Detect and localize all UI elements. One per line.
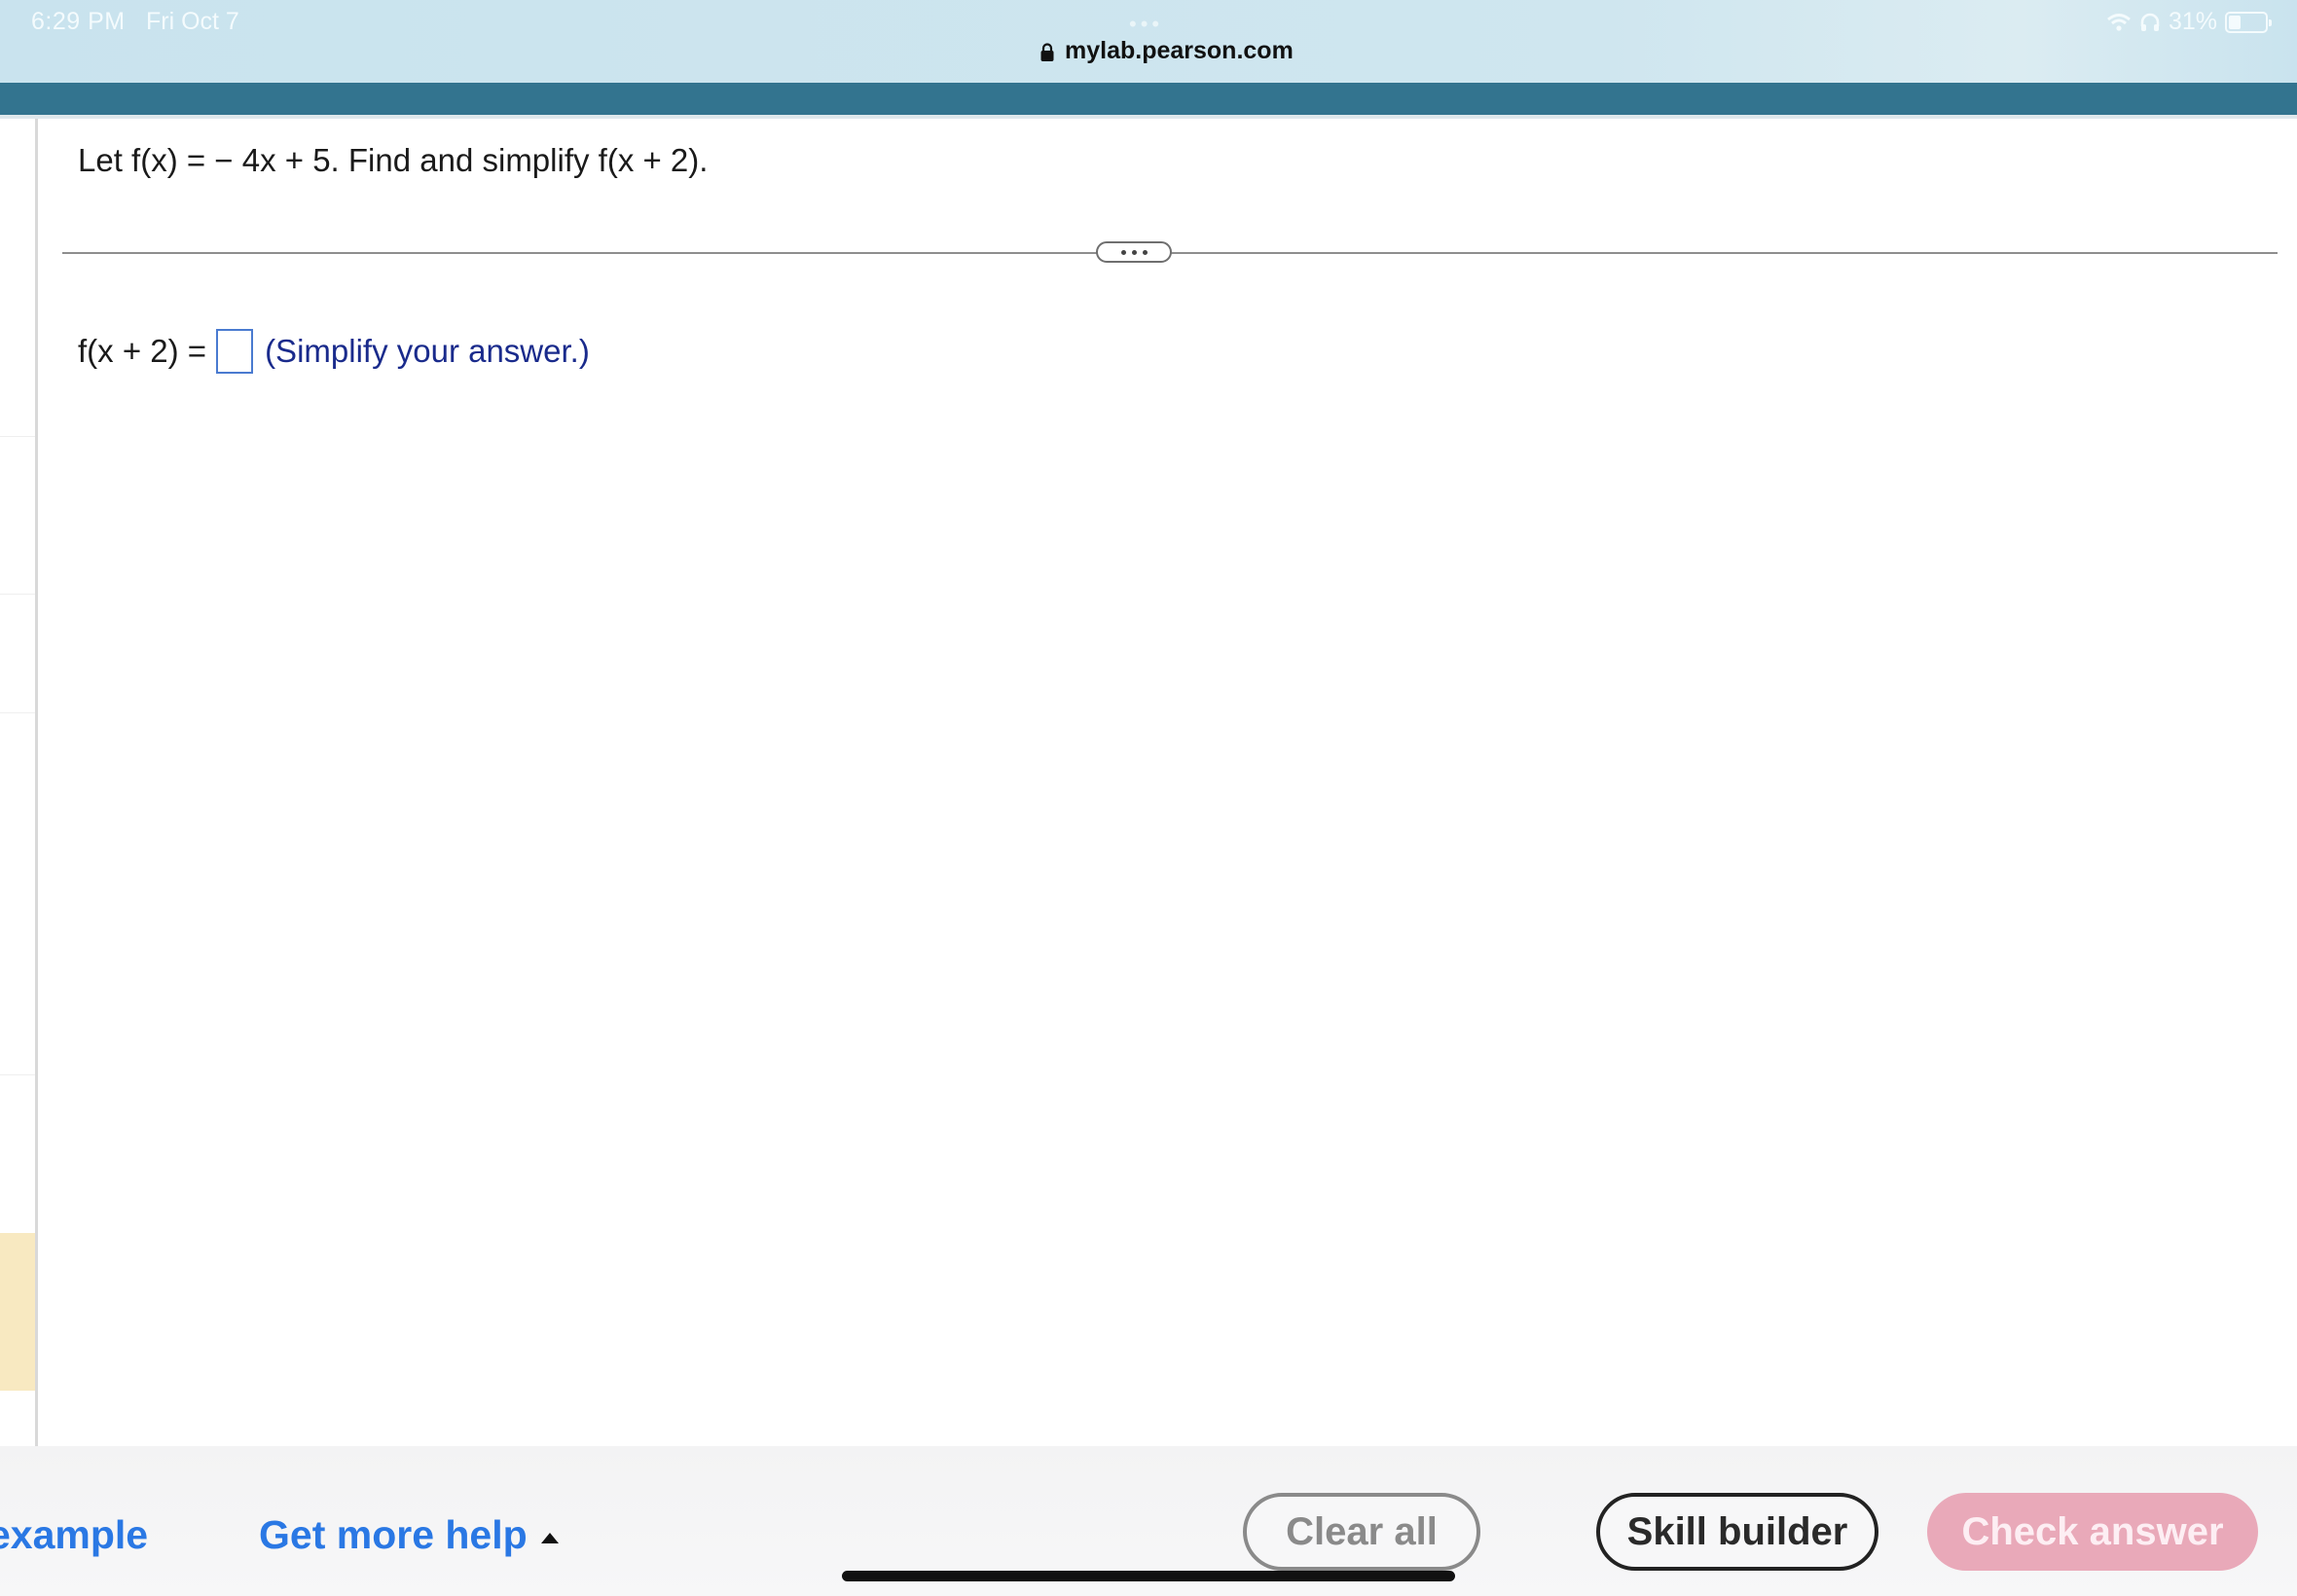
check-answer-button[interactable]: Check answer [1927,1493,2258,1571]
rail-divider [0,594,35,595]
dot [1142,249,1148,255]
battery-icon [2225,11,2272,33]
get-more-help-link[interactable]: Get more help [259,1512,559,1558]
more-options-icon[interactable] [1096,241,1172,263]
status-bar: 6:29 PM Fri Oct 7 ••• mylab.pearson.com … [0,0,2297,83]
view-example-link[interactable]: example [0,1512,148,1558]
address-bar[interactable]: mylab.pearson.com [1039,37,1294,65]
rail-divider [0,1074,35,1075]
wifi-icon [2107,13,2131,31]
rail-divider [0,436,35,437]
answer-input[interactable] [216,329,254,374]
question-prompt: Let f(x) = − 4x + 5. Find and simplify f… [78,142,709,178]
clear-all-button[interactable]: Clear all [1243,1493,1480,1571]
answer-label: f(x + 2) = [78,333,207,369]
url-text: mylab.pearson.com [1065,37,1294,64]
lock-icon [1040,42,1054,61]
status-indicators: 31% [2106,8,2272,36]
answer-hint: (Simplify your answer.) [265,333,590,369]
brand-bar [0,83,2297,115]
get-more-help-label: Get more help [259,1512,528,1557]
rail-divider [0,712,35,713]
skill-builder-button[interactable]: Skill builder [1596,1493,1878,1571]
answer-row: f(x + 2) = (Simplify your answer.) [78,329,590,374]
brand-bar-underline [0,115,2297,119]
status-time: 6:29 PM [31,8,126,35]
headphones-icon [2140,13,2160,31]
dot [1120,249,1126,255]
status-date: Fri Oct 7 [146,8,239,35]
home-indicator[interactable] [842,1571,1455,1581]
multitasking-dots-icon[interactable]: ••• [1129,12,1163,37]
rail-highlight[interactable] [0,1233,35,1391]
caret-up-icon [540,1533,559,1543]
dot [1131,249,1137,255]
battery-percent: 31% [2168,8,2217,35]
